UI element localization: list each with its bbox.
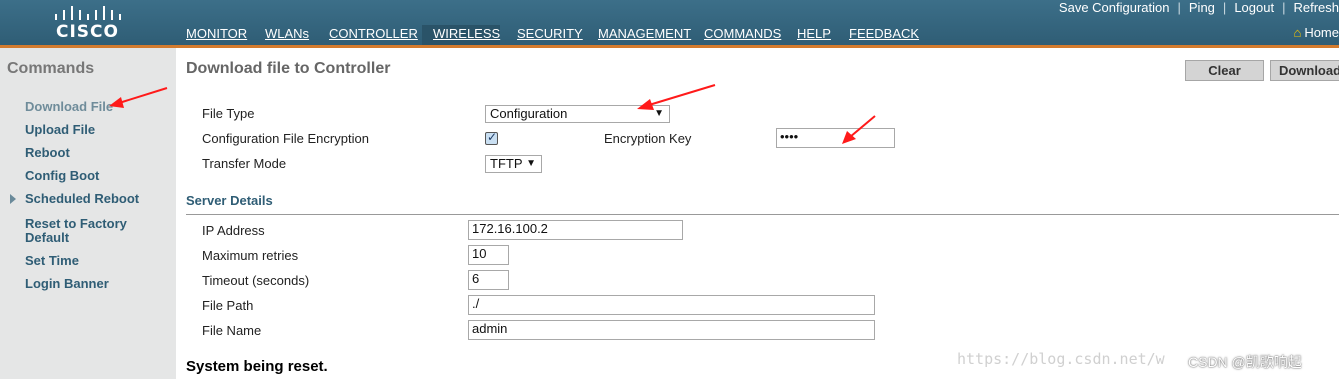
sidebar-item-upload-file[interactable]: Upload File [25,123,95,137]
server-details-heading: Server Details [186,193,273,208]
menu-wlans[interactable]: WLANs [265,25,309,45]
file-type-label: File Type [202,106,255,121]
sidebar-item-set-time[interactable]: Set Time [25,254,79,268]
refresh-link[interactable]: Refresh [1293,0,1339,15]
annotation-arrow-download-file [109,87,168,108]
cisco-logo: CISCO [50,2,125,42]
checkmark-icon: ✓ [487,130,498,144]
max-retries-input[interactable]: 10 [468,245,509,265]
ping-link[interactable]: Ping [1189,0,1215,15]
file-type-value: Configuration [490,106,568,121]
logo-wordmark: CISCO [56,22,119,42]
file-name-label: File Name [202,323,262,338]
transfer-mode-value: TFTP [490,156,523,171]
file-path-input[interactable]: ./ [468,295,875,315]
menu-feedback[interactable]: FEEDBACK [849,25,919,45]
top-navigation-bar: CISCO Save Configuration | Ping | Logout | Ref… [0,0,1339,45]
sidebar-item-reboot[interactable]: Reboot [25,146,70,160]
menu-monitor[interactable]: MONITOR [186,25,247,45]
sidebar-item-scheduled-reboot[interactable]: Scheduled Reboot [25,192,139,206]
logout-link[interactable]: Logout [1234,0,1274,15]
sidebar-item-reset-to-factory-default[interactable]: Reset to Factory Default [25,217,165,245]
sidebar-item-config-boot[interactable]: Config Boot [25,169,99,183]
cisco-bars-icon [55,6,121,20]
save-configuration-link[interactable]: Save Configuration [1059,0,1170,15]
page: CISCO Save Configuration | Ping | Logout | Ref… [0,0,1339,379]
dropdown-caret-icon: ▼ [526,158,536,169]
menu-wireless[interactable]: WIRELESS [422,25,500,45]
header-accent-line [0,45,1339,48]
home-icon: ⌂ [1293,25,1302,40]
config-file-encryption-label: Configuration File Encryption [202,131,369,146]
max-retries-label: Maximum retries [202,248,299,263]
top-links: Save Configuration | Ping | Logout | Refresh [1058,0,1339,15]
menu-commands[interactable]: COMMANDS [704,25,781,45]
expand-triangle-icon[interactable] [10,194,16,204]
encryption-key-label: Encryption Key [604,131,692,146]
annotation-arrow-encryption-key [842,115,876,144]
home-link[interactable]: ⌂ Home [1293,25,1339,40]
download-button[interactable]: Download [1270,60,1339,81]
page-title: Download file to Controller [186,60,391,77]
menu-controller[interactable]: CONTROLLER [329,25,418,45]
file-path-label: File Path [202,298,254,313]
file-name-input[interactable]: admin [468,320,875,340]
encryption-checkbox[interactable]: ✓ [485,130,498,145]
ip-address-label: IP Address [202,223,265,238]
transfer-mode-label: Transfer Mode [202,156,287,171]
home-label: Home [1304,25,1339,40]
watermark-brand: CSDN @凯歌响起 [1188,354,1302,370]
sidebar-title: Commands [7,60,95,77]
menu-security[interactable]: SECURITY [517,25,583,45]
section-divider [186,214,1339,215]
timeout-input[interactable]: 6 [468,270,509,290]
sidebar-item-login-banner[interactable]: Login Banner [25,277,109,291]
annotation-arrow-file-type [637,84,716,110]
transfer-mode-select[interactable]: TFTP ▼ [485,155,542,173]
watermark-url: https://blog.csdn.net/w [957,350,1165,368]
clear-button[interactable]: Clear [1185,60,1264,81]
status-message: System being reset. [186,358,328,375]
ip-address-input[interactable]: 172.16.100.2 [468,220,683,240]
timeout-label: Timeout (seconds) [202,273,310,288]
menu-management[interactable]: MANAGEMENT [598,25,691,45]
sidebar-item-download-file[interactable]: Download File [25,100,113,114]
menu-help[interactable]: HELP [797,25,831,45]
